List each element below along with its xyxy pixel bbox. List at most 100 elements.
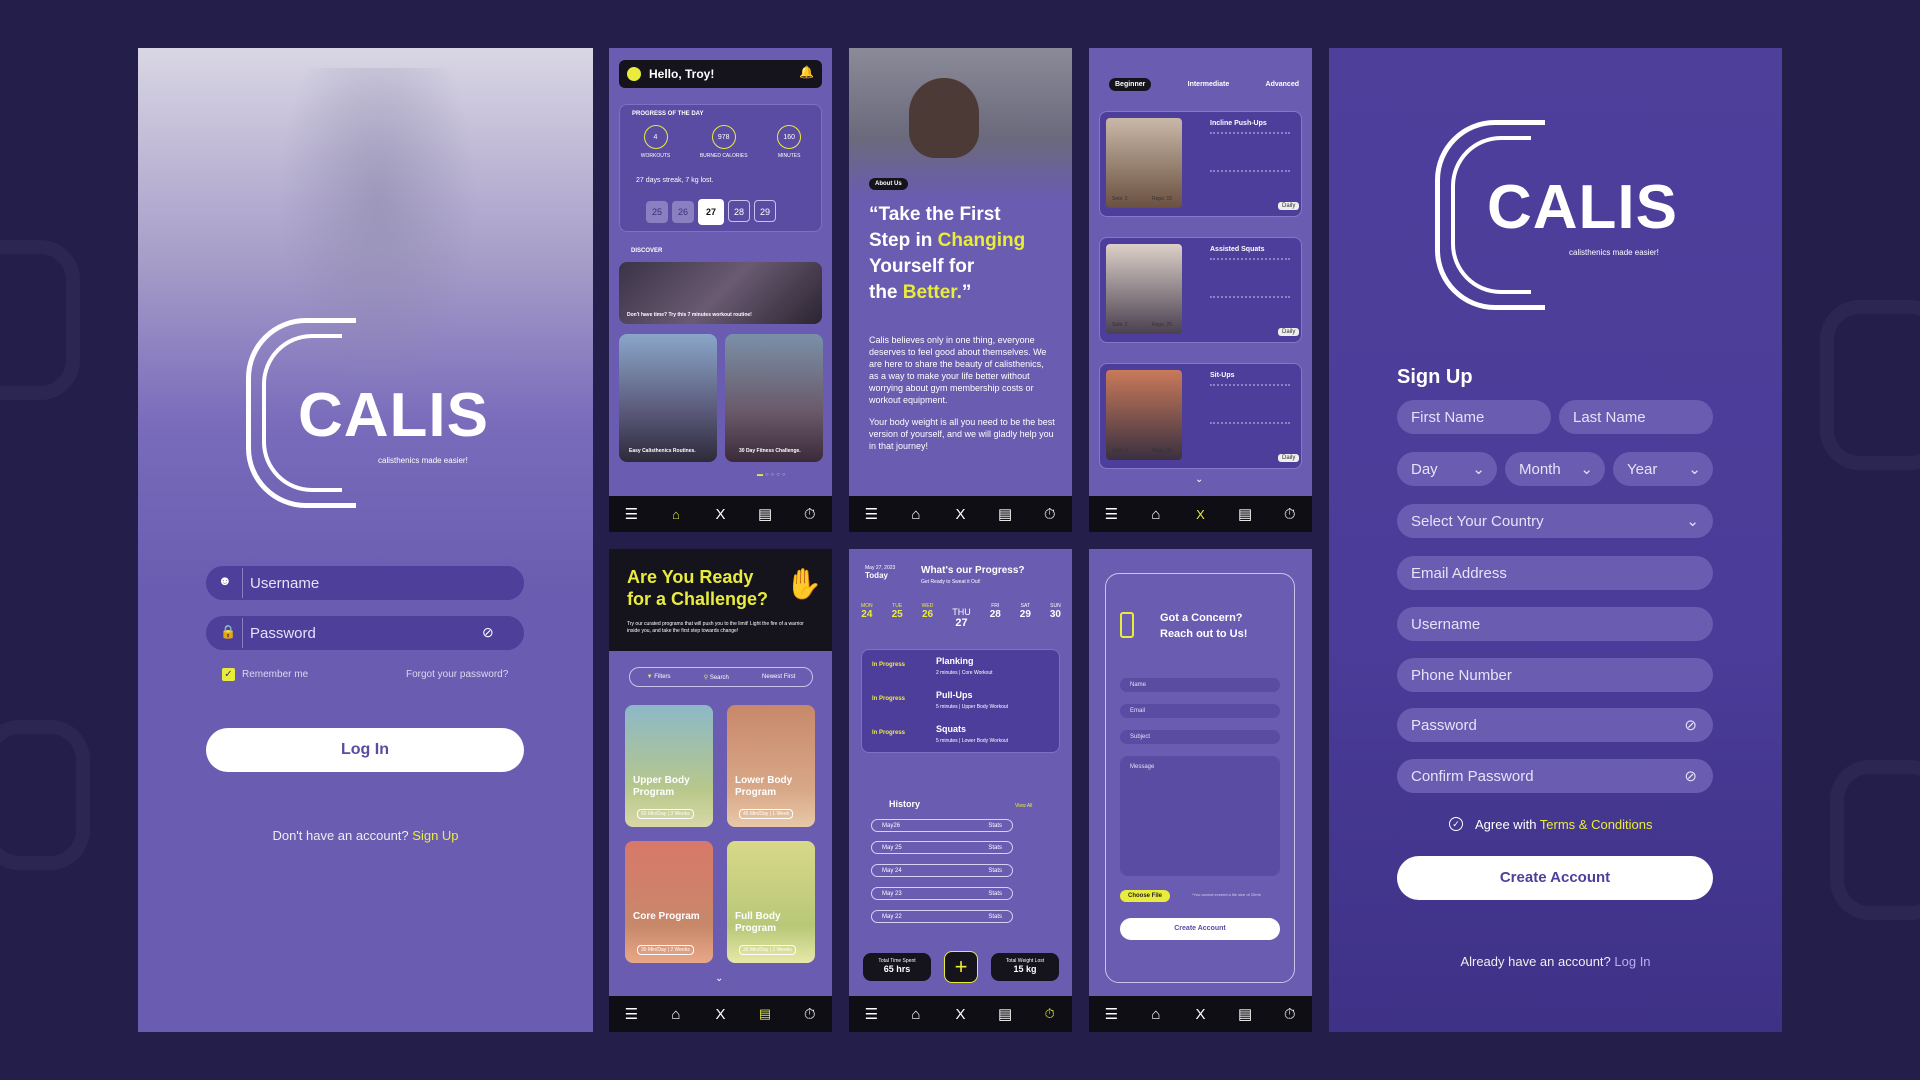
date-chip[interactable]: 29 bbox=[754, 200, 776, 222]
choose-file-button[interactable]: Choose File bbox=[1120, 890, 1171, 902]
submit-button[interactable]: Create Account bbox=[1120, 918, 1280, 940]
country-select[interactable]: Select Your Country ⌄ bbox=[1397, 504, 1713, 538]
program-card[interactable]: Lower Body Program 45 Min/Day | 1 Week bbox=[727, 705, 815, 827]
workout-icon[interactable]: Χ bbox=[948, 506, 972, 523]
month-select[interactable]: Month ⌄ bbox=[1505, 452, 1605, 486]
date-chip[interactable]: 28 bbox=[728, 200, 750, 222]
timer-icon[interactable]: ⏱ bbox=[798, 1006, 822, 1023]
login-link[interactable]: Log In bbox=[1614, 954, 1650, 969]
chevron-down-icon[interactable]: ⌄ bbox=[1195, 474, 1203, 485]
filter-button[interactable]: ▼ Filters bbox=[647, 674, 671, 680]
message-field[interactable]: Message bbox=[1120, 756, 1280, 876]
menu-icon[interactable]: ☰ bbox=[619, 505, 643, 523]
day-chip[interactable]: WED 26 bbox=[922, 603, 934, 629]
eye-slash-icon[interactable]: ⊘ bbox=[482, 624, 494, 641]
history-row[interactable]: May 23 Stats bbox=[871, 887, 1013, 900]
day-chip[interactable]: FRI 28 bbox=[990, 603, 1001, 629]
day-select[interactable]: Day ⌄ bbox=[1397, 452, 1497, 486]
history-row[interactable]: May 24 Stats bbox=[871, 864, 1013, 877]
workout-icon[interactable]: Χ bbox=[948, 1006, 972, 1023]
programs-icon[interactable]: ▤ bbox=[753, 1006, 777, 1022]
timer-icon[interactable]: ⏱ bbox=[798, 506, 822, 523]
eye-slash-icon[interactable]: ⊘ bbox=[1684, 767, 1697, 785]
programs-icon[interactable]: ▤ bbox=[1233, 505, 1257, 523]
menu-icon[interactable]: ☰ bbox=[1099, 505, 1123, 523]
login-button[interactable]: Log In bbox=[206, 728, 524, 772]
create-account-button[interactable]: Create Account bbox=[1397, 856, 1713, 900]
timer-icon[interactable]: ⏱ bbox=[1038, 506, 1062, 523]
terms-link[interactable]: Terms & Conditions bbox=[1540, 817, 1653, 832]
search-button[interactable]: ⚲ Search bbox=[704, 674, 729, 681]
menu-icon[interactable]: ☰ bbox=[619, 1005, 643, 1023]
confirm-password-field[interactable]: Confirm Password ⊘ bbox=[1397, 759, 1713, 793]
home-icon[interactable]: ⌂ bbox=[1144, 1006, 1168, 1023]
eye-slash-icon[interactable]: ⊘ bbox=[1684, 716, 1697, 734]
bell-icon[interactable]: 🔔 bbox=[799, 65, 814, 79]
signup-link[interactable]: Sign Up bbox=[412, 828, 458, 843]
programs-icon[interactable]: ▤ bbox=[753, 505, 777, 523]
menu-icon[interactable]: ☰ bbox=[859, 505, 883, 523]
day-chip[interactable]: SUN 30 bbox=[1050, 603, 1061, 629]
home-icon[interactable]: ⌂ bbox=[664, 507, 688, 522]
year-select[interactable]: Year ⌄ bbox=[1613, 452, 1713, 486]
menu-icon[interactable]: ☰ bbox=[859, 1005, 883, 1023]
password-field[interactable]: Password bbox=[206, 616, 524, 650]
password-field[interactable]: Password ⊘ bbox=[1397, 708, 1713, 742]
last-name-field[interactable]: Last Name bbox=[1559, 400, 1713, 434]
view-all-link[interactable]: View All bbox=[1015, 803, 1032, 809]
email-field[interactable]: Email Address bbox=[1397, 556, 1713, 590]
add-button[interactable]: + bbox=[944, 951, 978, 983]
tab-intermediate[interactable]: Intermediate bbox=[1188, 78, 1230, 91]
home-icon[interactable]: ⌂ bbox=[1144, 506, 1168, 523]
username-field[interactable]: Username bbox=[206, 566, 524, 600]
exercise-card[interactable]: Sets: 3 Reps: 15 Incline Push-Ups Daily bbox=[1099, 111, 1302, 217]
day-chip[interactable]: SAT 29 bbox=[1020, 603, 1031, 629]
date-chip-active[interactable]: 27 bbox=[698, 199, 724, 225]
subject-field[interactable]: Subject bbox=[1120, 730, 1280, 744]
tile-routines[interactable]: Easy Calisthenics Routines. bbox=[619, 334, 717, 462]
menu-icon[interactable]: ☰ bbox=[1099, 1005, 1123, 1023]
programs-icon[interactable]: ▤ bbox=[1233, 1005, 1257, 1023]
home-icon[interactable]: ⌂ bbox=[664, 1006, 688, 1023]
history-row[interactable]: May 25 Stats bbox=[871, 841, 1013, 854]
date-chip[interactable]: 26 bbox=[672, 201, 694, 223]
sort-button[interactable]: Newest First bbox=[762, 674, 795, 680]
program-card[interactable]: Upper Body Program 60 Min/Day | 3 Weeks bbox=[625, 705, 713, 827]
home-icon[interactable]: ⌂ bbox=[904, 1006, 928, 1023]
tab-beginner[interactable]: Beginner bbox=[1109, 78, 1152, 91]
workout-icon[interactable]: Χ bbox=[708, 1006, 732, 1023]
history-row[interactable]: May 22 Stats bbox=[871, 910, 1013, 923]
first-name-field[interactable]: First Name bbox=[1397, 400, 1551, 434]
timer-icon[interactable]: ⏱ bbox=[1278, 506, 1302, 523]
remember-checkbox[interactable]: ✓ bbox=[222, 668, 235, 681]
day-chip-active[interactable]: THU 27 bbox=[952, 603, 971, 629]
exercise-card[interactable]: Sets: 3 Reps: 20 Sit-Ups Daily bbox=[1099, 363, 1302, 469]
home-icon[interactable]: ⌂ bbox=[904, 506, 928, 523]
workout-icon[interactable]: Χ bbox=[708, 506, 732, 523]
date-chip[interactable]: 25 bbox=[646, 201, 668, 223]
day-chip[interactable]: TUE 25 bbox=[892, 603, 903, 629]
programs-icon[interactable]: ▤ bbox=[993, 505, 1017, 523]
program-card[interactable]: Full Body Program 30 Min/Day | 2 Weeks bbox=[727, 841, 815, 963]
programs-icon[interactable]: ▤ bbox=[993, 1005, 1017, 1023]
name-field[interactable]: Name bbox=[1120, 678, 1280, 692]
forgot-link[interactable]: Forgot your password? bbox=[406, 669, 508, 680]
agree-checkbox[interactable]: ✓ bbox=[1449, 817, 1463, 831]
timer-icon[interactable]: ⏱ bbox=[1038, 1006, 1062, 1022]
day-chip[interactable]: MON 24 bbox=[861, 603, 873, 629]
chevron-down-icon[interactable]: ⌄ bbox=[715, 973, 723, 984]
history-row[interactable]: May26 Stats bbox=[871, 819, 1013, 832]
exercise-card[interactable]: Sets: 2 Reps: 25 Assisted Squats Daily bbox=[1099, 237, 1302, 343]
exercise-name: Assisted Squats bbox=[1210, 246, 1265, 253]
phone-field[interactable]: Phone Number bbox=[1397, 658, 1713, 692]
email-field[interactable]: Email bbox=[1120, 704, 1280, 718]
discover-banner[interactable]: Don't have time? Try this 7 minutes work… bbox=[619, 262, 822, 324]
username-field[interactable]: Username bbox=[1397, 607, 1713, 641]
workout-icon[interactable]: Χ bbox=[1188, 1006, 1212, 1023]
tab-advanced[interactable]: Advanced bbox=[1266, 78, 1299, 91]
workouts-card: In Progress Planking 2 minutes | Core Wo… bbox=[861, 649, 1060, 753]
timer-icon[interactable]: ⏱ bbox=[1278, 1006, 1302, 1023]
tile-challenge[interactable]: 30 Day Fitness Challenge. bbox=[725, 334, 823, 462]
workout-icon[interactable]: Χ bbox=[1188, 507, 1212, 522]
program-card[interactable]: Core Program 30 Min/Day | 2 Weeks bbox=[625, 841, 713, 963]
